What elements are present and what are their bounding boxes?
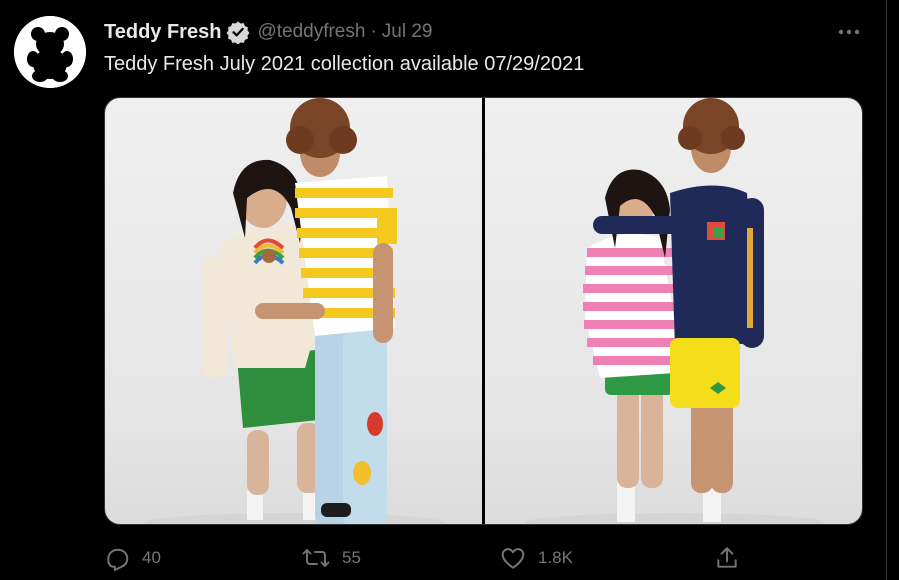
user-handle[interactable]: @teddyfresh (257, 21, 365, 43)
media-photo-2[interactable] (485, 98, 862, 524)
tweet-header: Teddy Fresh @teddyfresh · Jul 29 (104, 19, 432, 45)
avatar[interactable] (14, 16, 86, 88)
verified-badge-icon (226, 20, 250, 45)
tweet-card[interactable]: Teddy Fresh @teddyfresh · Jul 29 Teddy F… (0, 0, 886, 580)
retweet-icon (302, 549, 330, 567)
like-count: 1.8K (538, 548, 573, 567)
like-icon (501, 548, 525, 569)
display-name[interactable]: Teddy Fresh (104, 21, 221, 44)
reply-icon (107, 548, 129, 571)
reply-button[interactable]: 40 (104, 540, 161, 576)
retweet-button[interactable]: 55 (302, 540, 361, 576)
tweet-date[interactable]: Jul 29 (382, 21, 433, 43)
share-button[interactable] (714, 540, 740, 576)
column-divider (886, 0, 887, 580)
teddy-bear-silhouette-icon (14, 16, 86, 88)
media-grid (104, 97, 863, 525)
share-icon (717, 547, 737, 568)
tweet-text: Teddy Fresh July 2021 collection availab… (104, 53, 585, 75)
media-photo-1[interactable] (105, 98, 482, 524)
separator-dot: · (370, 21, 377, 42)
reply-count: 40 (142, 548, 161, 567)
retweet-count: 55 (342, 548, 361, 567)
tweet-actions: 40 55 1.8K (104, 540, 844, 576)
more-options-icon (838, 29, 860, 35)
like-button[interactable]: 1.8K (500, 540, 573, 576)
more-options-button[interactable] (832, 18, 866, 46)
